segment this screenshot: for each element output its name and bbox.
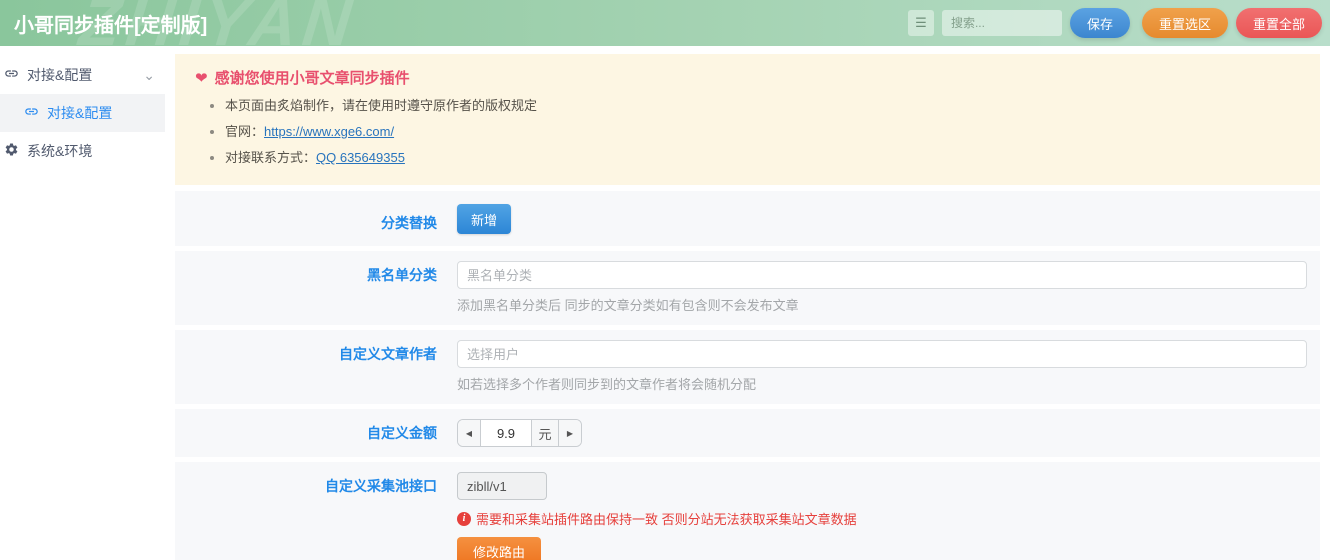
header-bar: ZHIYAN 小哥同步插件[定制版] ☰ 保存 重置选区 重置全部 [0,0,1330,46]
chevron-down-icon: ⌄ [143,70,155,80]
reset-selection-button[interactable]: 重置选区 [1142,8,1228,38]
link-icon [4,66,19,84]
row-category-replace: 分类替换 新增 [175,191,1320,246]
menu-icon[interactable]: ☰ [908,10,934,36]
notice-text: 本页面由炙焰制作，请在使用时遵守原作者的版权规定 [225,98,537,113]
field-help-text: 添加黑名单分类后 同步的文章分类如有包含则不会发布文章 [457,297,1307,315]
sidebar: 对接&配置 ⌄ 对接&配置 系统&环境 [0,46,165,560]
link-icon [24,104,39,122]
field-label: 自定义采集池接口 [175,462,447,560]
search-input[interactable] [942,10,1062,36]
row-collection-api: 自定义采集池接口 i 需要和采集站插件路由保持一致 否则分站无法获取采集站文章数… [175,462,1320,560]
notice-text: 官网： [225,124,264,139]
notice-title-row: ❤ 感谢您使用小哥文章同步插件 [195,67,1300,88]
save-button[interactable]: 保存 [1070,8,1130,38]
amount-value-input[interactable] [480,420,532,446]
field-label: 自定义文章作者 [175,330,447,404]
blacklist-category-input[interactable] [457,261,1307,289]
modify-route-button[interactable]: 修改路由 [457,537,541,560]
header-actions: ☰ 保存 重置选区 重置全部 [908,8,1322,38]
thanks-notice: ❤ 感谢您使用小哥文章同步插件 本页面由炙焰制作，请在使用时遵守原作者的版权规定… [175,54,1320,185]
reset-all-button[interactable]: 重置全部 [1236,8,1322,38]
info-icon: i [457,512,471,526]
sidebar-item-connect-config[interactable]: 对接&配置 [0,94,165,132]
qq-contact-link[interactable]: QQ 635649355 [316,150,405,165]
notice-item-contact: 对接联系方式：QQ 635649355 [225,147,1300,166]
row-blacklist-category: 黑名单分类 添加黑名单分类后 同步的文章分类如有包含则不会发布文章 [175,251,1320,325]
field-label: 自定义金额 [175,409,447,457]
official-site-link[interactable]: https://www.xge6.com/ [264,124,394,139]
api-warning-text: 需要和采集站插件路由保持一致 否则分站无法获取采集站文章数据 [476,509,857,528]
sidebar-item-system-env[interactable]: 系统&环境 [0,132,165,170]
notice-item-website: 官网：https://www.xge6.com/ [225,121,1300,140]
amount-increase-button[interactable]: ▶ [559,420,581,446]
row-custom-amount: 自定义金额 ◀ 元 ▶ [175,409,1320,457]
page-title: 小哥同步插件[定制版] [14,9,207,38]
main-content: ❤ 感谢您使用小哥文章同步插件 本页面由炙焰制作，请在使用时遵守原作者的版权规定… [165,46,1330,560]
field-label: 黑名单分类 [175,251,447,325]
field-label: 分类替换 [175,191,447,246]
add-category-button[interactable]: 新增 [457,204,511,234]
notice-list: 本页面由炙焰制作，请在使用时遵守原作者的版权规定 官网：https://www.… [225,95,1300,166]
row-custom-author: 自定义文章作者 如若选择多个作者则同步到的文章作者将会随机分配 [175,330,1320,404]
notice-item-copyright: 本页面由炙焰制作，请在使用时遵守原作者的版权规定 [225,95,1300,114]
collection-api-input[interactable] [457,472,547,500]
gear-icon [4,142,19,160]
sidebar-item-label: 对接&配置 [47,103,112,123]
heart-icon: ❤ [195,69,208,87]
sidebar-item-label: 对接&配置 [27,65,92,85]
api-warning: i 需要和采集站插件路由保持一致 否则分站无法获取采集站文章数据 [457,509,1307,528]
notice-title: 感谢您使用小哥文章同步插件 [215,67,410,88]
amount-decrease-button[interactable]: ◀ [458,420,480,446]
custom-author-input[interactable] [457,340,1307,368]
sidebar-item-label: 系统&环境 [27,141,92,161]
sidebar-item-connect-config-parent[interactable]: 对接&配置 ⌄ [0,56,165,94]
amount-stepper: ◀ 元 ▶ [457,419,582,447]
notice-text: 对接联系方式： [225,150,316,165]
amount-unit-label: 元 [532,420,559,446]
field-help-text: 如若选择多个作者则同步到的文章作者将会随机分配 [457,376,1307,394]
